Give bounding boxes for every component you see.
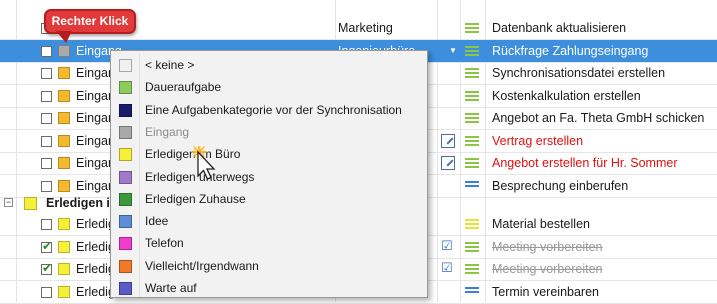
priority-green-icon (465, 241, 479, 254)
group-color-swatch (24, 197, 37, 210)
completed-check-icon: ☑ (441, 238, 453, 254)
task-done-checkbox[interactable] (41, 286, 52, 298)
task-done-checkbox[interactable] (41, 239, 52, 253)
category-swatch (119, 103, 132, 117)
menu-item-label: Daueraufgabe (145, 80, 222, 95)
task-subject: Kostenkalkulation erstellen (492, 88, 641, 103)
row-divider (0, 302, 717, 304)
completed-check-icon: ☑ (441, 261, 453, 276)
category-swatch (119, 170, 132, 184)
category-color-swatch (58, 218, 70, 230)
category-swatch (119, 215, 132, 229)
menu-item-category[interactable]: Vielleicht/Irgendwann (113, 255, 425, 277)
task-subject: Datenbank aktualisieren (492, 21, 627, 35)
task-subject: Rückfrage Zahlungseingang (492, 43, 649, 58)
priority-green-icon (465, 45, 479, 58)
category-color-swatch (58, 89, 70, 102)
category-color-swatch (58, 240, 70, 253)
mouse-pointer-icon (192, 146, 216, 180)
task-done-checkbox[interactable] (41, 135, 52, 147)
category-swatch (119, 192, 132, 206)
menu-item-category[interactable]: Erledigen Zuhause (113, 188, 425, 210)
menu-item-label: < keine > (145, 58, 195, 72)
category-swatch (119, 237, 132, 251)
category-context-menu: < keine > Daueraufgabe Eine Aufgabenkatego… (110, 50, 428, 298)
category-color-swatch (58, 285, 70, 298)
menu-item-label: Idee (145, 214, 169, 229)
menu-item-label: Eine Aufgabenkategorie vor der Synchroni… (145, 102, 402, 117)
category-color-swatch (58, 44, 70, 57)
menu-item-category[interactable]: Erledigen unterwegs (113, 166, 425, 188)
category-swatch (119, 81, 132, 95)
priority-green-icon (465, 158, 479, 170)
menu-item-label: Eingang (145, 124, 190, 139)
task-done-checkbox[interactable] (41, 158, 52, 169)
task-done-checkbox[interactable] (41, 219, 52, 230)
menu-item-category[interactable]: Erledigen im Büro (113, 143, 425, 165)
task-done-checkbox[interactable] (41, 45, 52, 57)
task-subject: Vertrag erstellen (492, 133, 584, 148)
task-subject: Angebot an Fa. Theta GmbH schicken (492, 111, 705, 125)
dropdown-arrow-icon[interactable]: ▼ (449, 46, 457, 55)
category-color-swatch (58, 263, 70, 275)
task-done-checkbox[interactable] (41, 90, 52, 102)
priority-yellow-icon (465, 219, 479, 231)
task-subject: Angebot erstellen für Hr. Sommer (492, 156, 678, 170)
menu-item-category: Eingang (113, 121, 425, 143)
task-done-checkbox[interactable] (41, 68, 52, 79)
priority-blue-icon (465, 286, 479, 295)
priority-green-icon (465, 23, 479, 35)
category-color-swatch (58, 67, 70, 79)
category-swatch (119, 125, 132, 139)
priority-green-icon (465, 135, 479, 148)
menu-item-category[interactable]: Warte auf (113, 277, 425, 299)
priority-green-icon (465, 68, 479, 80)
menu-item-label: Warte auf (145, 281, 197, 295)
category-swatch (119, 259, 132, 273)
task-subject: Material bestellen (492, 217, 590, 231)
menu-item-label: Vielleicht/Irgendwann (145, 258, 259, 273)
menu-item-category[interactable]: Idee (113, 210, 425, 232)
priority-green-icon (465, 113, 479, 125)
category-color-swatch (58, 112, 70, 124)
priority-green-icon (465, 264, 479, 276)
task-subject: Termin vereinbaren (492, 284, 599, 299)
category-swatch (119, 148, 132, 162)
note-edit-icon[interactable] (441, 156, 455, 170)
menu-item-label: Telefon (145, 236, 184, 251)
note-edit-icon[interactable] (441, 133, 455, 148)
task-done-checkbox[interactable] (41, 180, 52, 192)
category-swatch (119, 59, 132, 72)
task-done-checkbox[interactable] (41, 113, 52, 124)
category-swatch (119, 282, 132, 295)
priority-green-icon (465, 90, 479, 103)
menu-item-category[interactable]: Daueraufgabe (113, 76, 425, 98)
subcategory-cell: Marketing (338, 21, 393, 35)
task-done-checkbox[interactable] (41, 261, 52, 275)
menu-item-category[interactable]: Eine Aufgabenkategorie vor der Synchroni… (113, 99, 425, 121)
category-color-swatch (58, 134, 70, 147)
category-color-swatch (58, 179, 70, 192)
task-subject: Meeting vorbereiten (492, 239, 603, 254)
collapse-icon[interactable]: − (4, 198, 13, 207)
menu-item-label: Erledigen Zuhause (145, 191, 246, 206)
menu-item-category[interactable]: < keine > (113, 54, 425, 76)
task-subject: Meeting vorbereiten (492, 262, 603, 276)
priority-blue-icon (465, 180, 479, 189)
menu-item-category[interactable]: Telefon (113, 232, 425, 254)
task-subject: Synchronisationsdatei erstellen (492, 66, 666, 80)
category-color-swatch (58, 157, 70, 169)
